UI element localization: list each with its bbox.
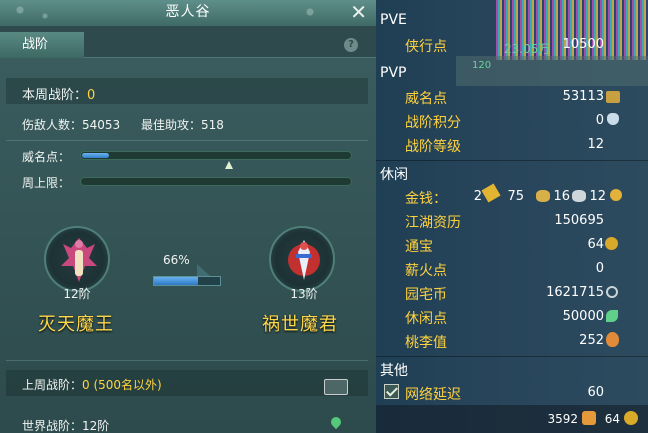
currency-panel: 23.05万 120 PVE 侠行点 10500 PVP 威名点 53113 战… (376, 0, 648, 433)
tab-bar: 战阶 ? (0, 32, 376, 58)
ingot-icon (572, 190, 586, 202)
value-rank-points: 0 (595, 113, 604, 128)
value-tongbao: 64 (587, 237, 604, 252)
bottom-right-value: 64 (604, 412, 620, 426)
label-tongbao: 通宝 (405, 239, 433, 255)
tongbao-coin-icon (605, 237, 618, 250)
bottom-left-value: 3592 (547, 412, 578, 426)
current-rank-title: 灭天魔王 (38, 314, 114, 335)
progress-percent: 66% (163, 253, 190, 267)
last-week-rank-row: 上周战阶：0 (500名以外) (22, 376, 162, 393)
label-xinhuo: 薪火点 (405, 263, 447, 279)
money-silver: 75 (507, 189, 524, 204)
current-rank-emblem-icon (44, 226, 110, 292)
leaf-icon (606, 310, 618, 322)
help-icon[interactable]: ? (344, 38, 358, 52)
window-titlebar[interactable]: 恶人谷 ✕ (0, 0, 376, 26)
value-prestige: 53113 (562, 89, 604, 104)
mail-icon[interactable] (324, 379, 348, 395)
coin-icon (610, 189, 622, 201)
prestige-bar (80, 151, 352, 160)
label-prestige: 威名点 (405, 91, 447, 107)
world-rank-row: 世界战阶：12阶 (22, 417, 109, 433)
label-money: 金钱： (405, 191, 447, 207)
value-garden-coin: 1621715 (546, 285, 604, 300)
title-ornament-left (0, 0, 80, 26)
background-text: 120 (472, 60, 492, 71)
section-divider (376, 356, 648, 357)
label-rank-points: 战阶积分 (405, 115, 461, 131)
gold-brick-icon (481, 183, 501, 203)
label-garden-coin: 园宅币 (405, 287, 447, 303)
money-copper1: 16 (553, 189, 570, 204)
label-latency: 网络延迟 (405, 387, 461, 403)
weekly-rank-value: 0 (87, 88, 96, 103)
coin-icon (624, 411, 638, 425)
next-rank-emblem-icon (269, 226, 335, 292)
rank-content: 本周战阶：0 伤敌人数：54053 最佳助攻：518 威名点： 周上限： 12阶… (0, 58, 376, 433)
weekly-rank-label: 本周战阶： (22, 88, 88, 103)
assist-label: 最佳助攻： (141, 118, 202, 132)
money-gold: 2 (473, 189, 482, 204)
divider (6, 360, 368, 361)
value-jianghu: 150695 (554, 213, 604, 228)
tab-rank[interactable]: 战阶 (0, 32, 84, 58)
section-divider (376, 160, 648, 161)
last-week-label: 上周战阶： (22, 378, 83, 392)
kills-value: 54053 (82, 118, 121, 132)
boot-icon (582, 411, 596, 425)
faction-rank-window: 恶人谷 ✕ 战阶 ? 本周战阶：0 伤敌人数：54053 最佳助攻：518 威名… (0, 0, 376, 433)
money-copper2: 12 (589, 189, 606, 204)
value-xiaxing: 10500 (562, 37, 604, 52)
label-jianghu: 江湖资历 (405, 215, 461, 231)
value-rank-level: 12 (587, 137, 604, 152)
progress-bar (153, 276, 221, 286)
kills-row: 伤敌人数：54053 (22, 116, 120, 133)
label-rank-level: 战阶等级 (405, 139, 461, 155)
weekly-rank-row: 本周战阶：0 (22, 84, 95, 103)
garden-coin-icon (606, 286, 618, 298)
section-other: 其他 (380, 363, 408, 379)
rank-points-icon (607, 113, 619, 125)
assist-value: 518 (201, 118, 224, 132)
window-title: 恶人谷 (165, 4, 211, 20)
prestige-marker-icon (225, 161, 233, 169)
silver-ingot-icon (536, 190, 550, 202)
progress-bar-fill (154, 277, 198, 285)
value-xinhuo: 0 (595, 261, 604, 276)
prestige-icon (606, 91, 620, 103)
gourd-icon (606, 332, 619, 347)
label-taoli: 桃李值 (405, 335, 447, 351)
latency-checkbox[interactable] (384, 384, 399, 399)
section-pve: PVE (380, 12, 407, 28)
value-leisure-points: 50000 (562, 309, 604, 324)
location-pin-icon[interactable] (328, 414, 344, 430)
title-ornament-right (270, 0, 350, 26)
section-pvp: PVP (380, 65, 407, 81)
section-leisure: 休闲 (380, 167, 408, 183)
world-rank-label: 世界战阶： (22, 419, 83, 433)
last-week-value: 0 (500名以外) (82, 378, 162, 392)
weekly-cap-label: 周上限： (22, 176, 71, 190)
value-latency: 60 (587, 385, 604, 400)
divider (6, 140, 368, 141)
value-taoli: 252 (579, 333, 604, 348)
label-xiaxing: 侠行点 (405, 39, 447, 55)
prestige-bar-fill (82, 153, 109, 158)
current-rank-label: 12阶 (63, 287, 91, 301)
next-rank-label: 13阶 (290, 287, 318, 301)
screen: 恶人谷 ✕ 战阶 ? 本周战阶：0 伤敌人数：54053 最佳助攻：518 威名… (0, 0, 648, 433)
kills-label: 伤敌人数： (22, 118, 83, 132)
close-icon[interactable]: ✕ (350, 1, 368, 23)
prestige-label: 威名点： (22, 150, 71, 164)
assist-row: 最佳助攻：518 (141, 116, 224, 133)
label-leisure-points: 休闲点 (405, 311, 447, 327)
weekly-cap-bar (80, 177, 352, 186)
next-rank-title: 祸世魔君 (262, 314, 338, 335)
world-rank-value: 12阶 (82, 419, 110, 433)
